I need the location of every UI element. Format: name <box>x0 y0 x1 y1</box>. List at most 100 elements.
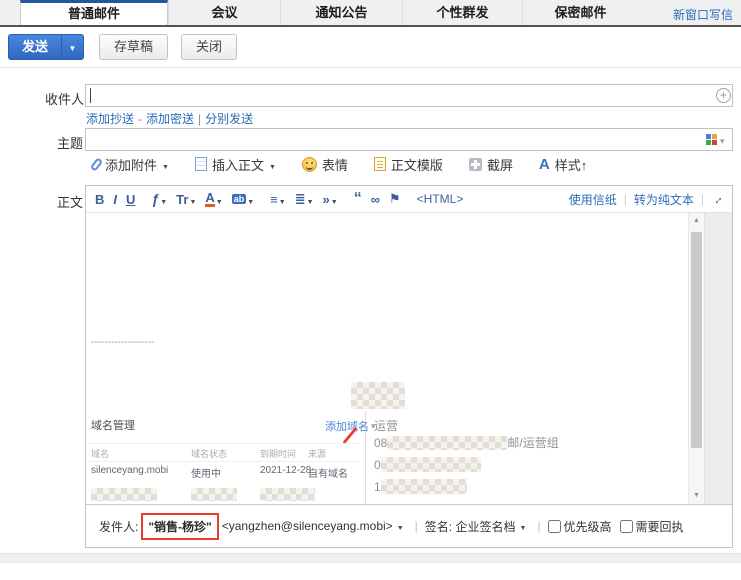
sender-name-annotation: "销售-杨珍" <box>141 513 218 540</box>
document-icon <box>195 157 207 171</box>
blurred-text-mosaic <box>381 479 467 494</box>
chevron-down-icon <box>247 192 254 207</box>
use-stationery-link[interactable]: 使用信纸 <box>569 191 617 208</box>
compose-tab-bar: 普通邮件 会议 通知公告 个性群发 保密邮件 <box>0 0 741 27</box>
chevron-down-icon <box>189 192 196 207</box>
script-f-icon: ƒ <box>151 191 159 207</box>
indent-icon: » <box>323 192 330 207</box>
screenshot-button[interactable]: 截屏 <box>469 155 513 174</box>
shot-cell-source: 自有域名 <box>308 465 348 480</box>
mail-tag-picker[interactable] <box>706 132 725 147</box>
editor-body[interactable]: ------------------- 域名管理 添加域名 域名 域名状态 到期… <box>86 213 688 504</box>
cc-pipe-separator: | <box>198 112 201 126</box>
insert-body-button[interactable]: 插入正文 <box>195 155 276 174</box>
body-template-button[interactable]: 正文模版 <box>374 155 443 174</box>
add-cc-link[interactable]: 添加抄送 <box>86 112 134 126</box>
html-source-button[interactable]: <HTML> <box>417 192 464 206</box>
blurred-name-mosaic <box>351 382 405 409</box>
tab-confidential-mail[interactable]: 保密邮件 <box>522 0 638 25</box>
emoticon-button[interactable]: 表情 <box>302 155 348 174</box>
card-line-phone2: 1 <box>374 479 467 494</box>
font-family-button[interactable]: Tr <box>176 192 196 207</box>
italic-button[interactable]: I <box>113 192 117 207</box>
font-color-icon: A <box>205 192 214 207</box>
indent-button[interactable]: » <box>323 192 338 207</box>
sender-name: "销售-杨珍" <box>148 520 211 534</box>
need-receipt-checkbox[interactable] <box>620 520 633 533</box>
align-button[interactable]: ≡ <box>270 192 286 207</box>
chevron-down-icon <box>269 157 276 172</box>
blurred-cell-mosaic <box>260 488 315 501</box>
save-draft-button[interactable]: 存草稿 <box>99 34 168 60</box>
add-attachment-button[interactable]: 添加附件 <box>93 155 169 174</box>
shot-col-header: 来源 <box>308 447 326 460</box>
pasted-screenshot: 域名管理 添加域名 域名 域名状态 到期时间 来源 silenceyang.mo… <box>88 376 686 504</box>
sender-dropdown-icon[interactable] <box>397 519 404 533</box>
tab-normal-mail[interactable]: 普通邮件 <box>20 0 168 25</box>
subject-input[interactable] <box>85 128 733 151</box>
tr-icon: Tr <box>176 192 188 207</box>
send-options-caret-icon[interactable] <box>61 35 83 59</box>
style-toggle-button[interactable]: A 样式↑ <box>539 155 587 174</box>
bold-button[interactable]: B <box>95 192 104 207</box>
priority-high-checkbox[interactable] <box>548 520 561 533</box>
separator: | <box>415 519 418 533</box>
list-button[interactable]: ≣ <box>295 191 314 207</box>
close-button[interactable]: 关闭 <box>181 34 237 60</box>
font-style-button[interactable]: ƒ <box>151 191 167 207</box>
emoticon-label: 表情 <box>322 155 348 174</box>
highlight-button[interactable]: ab <box>232 192 254 207</box>
shot-col-header: 到期时间 <box>260 447 296 460</box>
underline-button[interactable]: U <box>126 192 135 207</box>
blurred-text-mosaic <box>387 436 507 450</box>
format-brush-button[interactable]: ⚑ <box>389 191 401 207</box>
link-button[interactable]: ∞ <box>371 192 380 207</box>
send-button-label: 发送 <box>9 35 61 59</box>
toolbar-separator: | <box>624 192 627 206</box>
card-line-role: 运营 <box>374 417 398 434</box>
to-plain-text-link[interactable]: 转为纯文本 <box>634 191 694 208</box>
sender-row: 发件人: "销售-杨珍" <yangzhen@silenceyang.mobi>… <box>86 504 732 547</box>
signature-label: 签名: <box>425 518 452 535</box>
scroll-down-icon[interactable] <box>689 491 704 501</box>
editor-scrollbar[interactable] <box>688 213 704 504</box>
body-label: 正文 <box>57 192 83 211</box>
tab-notice[interactable]: 通知公告 <box>280 0 402 25</box>
signature-dropdown-icon[interactable] <box>519 519 526 533</box>
body-template-label: 正文模版 <box>391 155 443 174</box>
cc-bcc-row: 添加抄送-添加密送|分别发送 <box>86 110 253 127</box>
smiley-icon <box>302 157 317 172</box>
font-color-button[interactable]: A <box>205 192 222 207</box>
shot-cell-status: 使用中 <box>191 465 221 480</box>
style-a-icon: A <box>539 156 550 173</box>
signature-separator: ------------------- <box>91 337 154 348</box>
tab-meeting[interactable]: 会议 <box>168 0 280 25</box>
quote-button[interactable]: “ <box>354 194 362 204</box>
add-contact-icon[interactable] <box>716 88 731 103</box>
editor-container: B I U ƒ Tr A ab ≡ ≣ » “ ∞ ⚑ <HTML> 使用信纸 … <box>85 185 733 548</box>
scrollbar-thumb[interactable] <box>691 232 702 448</box>
new-window-compose-link[interactable]: 新窗口写信 <box>673 6 733 23</box>
editor-toolbar-right: 使用信纸 | 转为纯文本 | ↔ <box>569 191 723 208</box>
add-bcc-link[interactable]: 添加密送 <box>146 112 194 126</box>
card-line-suffix: 邮/运营组 <box>507 436 558 450</box>
editor-toolbar: B I U ƒ Tr A ab ≡ ≣ » “ ∞ ⚑ <HTML> 使用信纸 … <box>86 186 732 213</box>
screenshot-icon <box>469 158 482 171</box>
add-domain-label: 添加域名 <box>325 418 369 434</box>
priority-high-label: 优先级高 <box>564 518 612 535</box>
recipient-input[interactable] <box>85 84 733 107</box>
card-line-phone1: 0 <box>374 457 481 472</box>
signature-value[interactable]: 企业签名档 <box>455 518 515 535</box>
expand-icon[interactable]: ↔ <box>708 190 726 208</box>
blurred-cell-mosaic <box>91 488 157 501</box>
chevron-down-icon <box>307 192 314 207</box>
scroll-up-icon[interactable] <box>689 216 704 226</box>
tab-personal-mass-send[interactable]: 个性群发 <box>402 0 522 25</box>
send-separately-link[interactable]: 分别发送 <box>205 112 253 126</box>
card-line-prefix: 0 <box>374 458 381 472</box>
text-cursor <box>90 88 91 103</box>
align-icon: ≡ <box>270 192 278 207</box>
send-button[interactable]: 发送 <box>8 34 84 60</box>
sender-email: <yangzhen@silenceyang.mobi> <box>222 519 393 533</box>
chevron-down-icon <box>720 132 725 147</box>
